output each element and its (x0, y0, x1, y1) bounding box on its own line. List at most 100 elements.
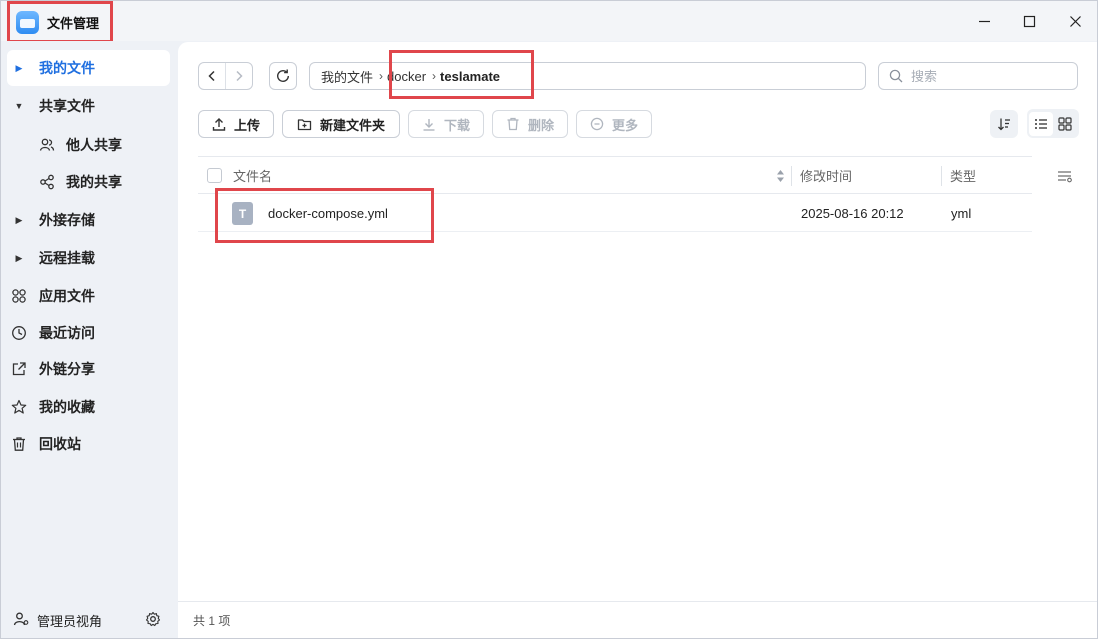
close-button[interactable] (1060, 7, 1090, 35)
caret-right-icon: ▶ (15, 214, 23, 225)
caret-right-icon: ▶ (15, 252, 23, 263)
breadcrumb-separator: › (379, 69, 384, 83)
sidebar-item-label: 远程挂载 (39, 250, 95, 266)
sidebar-item-recycle-bin[interactable]: 回收站 (7, 426, 170, 462)
sidebar-item-my-files[interactable]: ▶ 我的文件 (7, 50, 170, 86)
sidebar-item-label: 我的收藏 (39, 399, 95, 415)
sort-arrows-icon[interactable] (776, 157, 785, 194)
sidebar-item-label: 外链分享 (39, 361, 95, 377)
view-mode-toggle (1027, 109, 1079, 138)
column-header-type[interactable]: 类型 (950, 157, 976, 194)
title-bar: 文件管理 (1, 1, 1097, 43)
new-folder-label: 新建文件夹 (319, 117, 385, 133)
checkbox[interactable] (207, 168, 222, 183)
refresh-button[interactable] (269, 62, 297, 90)
breadcrumb-item-my-files[interactable]: 我的文件 (321, 67, 373, 86)
breadcrumb-item-docker[interactable]: docker (387, 69, 426, 84)
sidebar-item-shared-with-me[interactable]: 他人共享 (31, 127, 170, 163)
file-type: yml (951, 205, 972, 221)
share-nodes-icon (35, 174, 59, 190)
column-divider[interactable] (941, 166, 942, 186)
sidebar-item-shared-files[interactable]: ▼ 共享文件 (7, 88, 170, 124)
column-header-name[interactable]: 文件名 (233, 157, 272, 194)
grid-view-button[interactable] (1053, 112, 1077, 136)
sidebar-item-favorites[interactable]: 我的收藏 (7, 389, 170, 425)
sidebar-item-label: 他人共享 (66, 137, 122, 153)
more-button[interactable]: 更多 (576, 110, 652, 138)
chevron-left-icon (208, 70, 215, 82)
folder-app-icon (16, 10, 39, 34)
sidebar-item-label: 应用文件 (39, 288, 95, 304)
download-icon (423, 119, 435, 131)
app-title-text: 文件管理 (47, 15, 100, 31)
sidebar-item-label: 回收站 (39, 436, 81, 452)
admin-view-label: 管理员视角 (37, 613, 103, 629)
minimize-button[interactable] (969, 7, 999, 35)
minimize-icon (978, 20, 990, 22)
search-box (878, 62, 1078, 90)
admin-user-icon (13, 611, 29, 630)
text-file-icon: T (232, 202, 253, 225)
sidebar: ▶ 我的文件 ▼ 共享文件 他人共享 我的共享 ▶ 外接存储 ▶ 远程挂载 应用… (1, 41, 178, 638)
people-icon (35, 137, 59, 153)
column-header-modified[interactable]: 修改时间 (800, 157, 852, 194)
column-settings-icon (1058, 171, 1072, 183)
search-input[interactable] (911, 68, 1061, 84)
caret-down-icon: ▼ (14, 101, 24, 111)
sidebar-item-label: 共享文件 (39, 98, 95, 114)
more-label: 更多 (611, 117, 638, 133)
new-folder-icon (297, 119, 312, 131)
search-icon (889, 69, 903, 83)
maximize-icon (1023, 15, 1035, 27)
main-panel: 我的文件 › docker › teslamate 上传 新建文件夹 下载 删除 (178, 42, 1097, 638)
grid-view-icon (1058, 116, 1072, 131)
back-button[interactable] (199, 63, 225, 89)
breadcrumb-item-teslamate: teslamate (440, 68, 501, 84)
sidebar-item-app-files[interactable]: 应用文件 (7, 278, 170, 314)
sidebar-item-label: 我的共享 (66, 174, 122, 190)
trash-icon (507, 117, 519, 131)
upload-button[interactable]: 上传 (198, 110, 274, 138)
select-all-checkbox[interactable] (207, 157, 222, 194)
star-icon (7, 399, 31, 415)
sidebar-item-remote-mount[interactable]: ▶ 远程挂载 (7, 240, 170, 276)
close-icon (1069, 15, 1081, 27)
sidebar-item-link-share[interactable]: 外链分享 (7, 351, 170, 387)
forward-button[interactable] (225, 63, 252, 89)
sidebar-item-my-shares[interactable]: 我的共享 (31, 164, 170, 200)
chevron-right-icon (236, 70, 243, 82)
sort-button[interactable] (990, 110, 1018, 138)
list-view-icon (1035, 118, 1047, 129)
item-count: 共 1 项 (193, 613, 231, 628)
status-bar: 共 1 项 (178, 601, 1097, 638)
file-modified: 2025-08-16 20:12 (801, 205, 904, 221)
column-modified-label: 修改时间 (800, 169, 853, 184)
delete-label: 删除 (527, 117, 554, 133)
app-title: 文件管理 (7, 1, 113, 43)
delete-button[interactable]: 删除 (492, 110, 568, 138)
external-link-icon (7, 361, 31, 377)
history-nav (198, 62, 253, 90)
sidebar-item-label: 最近访问 (39, 325, 95, 341)
file-manager-window: 文件管理 ▶ 我的文件 ▼ 共享文件 他人共享 我的共享 ▶ 外接存储 ▶ 远程… (0, 0, 1098, 639)
list-view-button[interactable] (1029, 111, 1053, 136)
clock-icon (7, 325, 31, 341)
table-row[interactable]: T docker-compose.yml 2025-08-16 20:12 ym… (198, 194, 1032, 232)
gear-icon[interactable] (145, 611, 161, 630)
download-button[interactable]: 下载 (408, 110, 484, 138)
upload-label: 上传 (233, 117, 260, 133)
caret-right-icon: ▶ (15, 62, 23, 73)
new-folder-button[interactable]: 新建文件夹 (282, 110, 400, 138)
more-icon (590, 117, 604, 131)
apps-icon (7, 288, 31, 304)
breadcrumb-separator: › (432, 69, 437, 83)
upload-icon (212, 118, 226, 131)
admin-view-toggle[interactable]: 管理员视角 (13, 610, 173, 630)
table-header: 文件名 修改时间 类型 (198, 156, 1032, 194)
file-name[interactable]: docker-compose.yml (268, 194, 388, 232)
maximize-button[interactable] (1014, 7, 1044, 35)
sidebar-item-recent[interactable]: 最近访问 (7, 315, 170, 351)
column-divider[interactable] (791, 166, 792, 186)
column-settings-button[interactable] (1055, 166, 1075, 186)
sidebar-item-external-storage[interactable]: ▶ 外接存储 (7, 202, 170, 238)
